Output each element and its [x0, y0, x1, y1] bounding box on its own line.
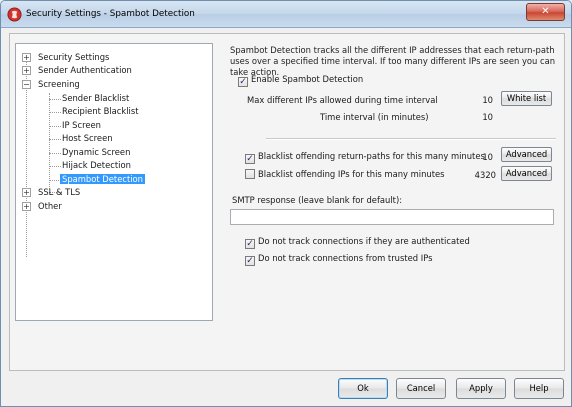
advanced-ips-button[interactable]: Advanced [501, 166, 552, 181]
checkmark-icon: ✓ [245, 256, 255, 266]
enable-spambot-label: Enable Spambot Detection [251, 74, 364, 84]
enable-spambot-checkbox[interactable]: ✓ Enable Spambot Detection [238, 74, 363, 87]
smtp-response-input[interactable] [230, 209, 554, 225]
expand-icon[interactable]: + [22, 53, 31, 62]
tree-item-spambot-detection[interactable]: Spambot Detection [60, 173, 145, 186]
tree-item-recipient-blacklist[interactable]: Recipient Blacklist [60, 105, 141, 118]
tree-item-label: Sender Authentication [38, 65, 132, 75]
cancel-button[interactable]: Cancel [396, 378, 446, 399]
white-list-button[interactable]: White list [501, 91, 552, 106]
blacklist-return-paths-checkbox[interactable]: ✓ Blacklist offending return-paths for th… [245, 151, 485, 164]
tree-item-dynamic-screen[interactable]: Dynamic Screen [60, 146, 132, 159]
advanced-return-paths-button[interactable]: Advanced [501, 147, 552, 162]
tree-item-label: Recipient Blacklist [62, 106, 139, 116]
no-track-trusted-label: Do not track connections from trusted IP… [258, 253, 433, 263]
checkmark-icon: ✓ [238, 77, 248, 87]
tree-item-label: Host Screen [62, 133, 113, 143]
tree-item-label: SSL & TLS [38, 187, 81, 197]
blacklist-ips-checkbox[interactable]: Blacklist offending IPs for this many mi… [245, 169, 445, 179]
tree-item-label: Spambot Detection [60, 174, 145, 184]
smtp-response-label: SMTP response (leave blank for default): [232, 195, 403, 205]
tree-item-other[interactable]: + Other [22, 200, 64, 213]
tree-item-label: Dynamic Screen [62, 147, 131, 157]
tree-item-sender-blacklist[interactable]: Sender Blacklist [60, 92, 131, 105]
apply-button[interactable]: Apply [456, 378, 506, 399]
collapse-icon[interactable]: − [22, 80, 31, 89]
tree-item-ip-screen[interactable]: IP Screen [60, 119, 103, 132]
ok-button[interactable]: Ok [338, 378, 388, 399]
max-ips-value[interactable]: 10 [471, 95, 493, 105]
tree-item-security-settings[interactable]: + Security Settings [22, 51, 111, 64]
button-bar: Ok Cancel Apply Help [1, 372, 571, 406]
tree-item-ssl-tls[interactable]: + SSL & TLS [22, 186, 82, 199]
no-track-trusted-checkbox[interactable]: ✓ Do not track connections from trusted I… [245, 253, 432, 266]
expand-icon[interactable]: + [22, 202, 31, 211]
time-interval-label: Time interval (in minutes) [320, 112, 429, 122]
separator [266, 138, 556, 140]
no-track-authenticated-label: Do not track connections if they are aut… [258, 236, 470, 246]
settings-tree[interactable]: + Security Settings + Sender Authenticat… [15, 43, 213, 321]
tree-item-label: Hijack Detection [62, 160, 131, 170]
window-title: Security Settings - Spambot Detection [26, 9, 195, 19]
checkmark-icon: ✓ [245, 154, 255, 164]
security-settings-dialog: Security Settings - Spambot Detection ✕ … [0, 0, 572, 407]
tree-item-hijack-detection[interactable]: Hijack Detection [60, 159, 133, 172]
tree-item-label: IP Screen [62, 120, 101, 130]
tree-item-screening[interactable]: − Screening [22, 78, 82, 91]
blacklist-return-paths-label: Blacklist offending return-paths for thi… [258, 151, 485, 161]
max-ips-label: Max different IPs allowed during time in… [247, 95, 438, 105]
expand-icon[interactable]: + [22, 66, 31, 75]
tree-item-label: Security Settings [38, 52, 110, 62]
time-interval-value[interactable]: 10 [471, 112, 493, 122]
tree-item-label: Sender Blacklist [62, 93, 130, 103]
tree-item-label: Other [38, 201, 62, 211]
tree-item-sender-authentication[interactable]: + Sender Authentication [22, 64, 134, 77]
close-button[interactable]: ✕ [526, 3, 565, 21]
tree-item-label: Screening [38, 79, 80, 89]
blacklist-ips-minutes[interactable]: 4320 [472, 170, 496, 180]
checkmark-icon: ✓ [245, 239, 255, 249]
blacklist-ips-label: Blacklist offending IPs for this many mi… [258, 169, 445, 179]
help-button[interactable]: Help [514, 378, 564, 399]
no-track-authenticated-checkbox[interactable]: ✓ Do not track connections if they are au… [245, 236, 470, 249]
blacklist-return-paths-minutes[interactable]: 10 [471, 152, 493, 162]
expand-icon[interactable]: + [22, 188, 31, 197]
security-shield-icon [7, 7, 22, 22]
tree-item-host-screen[interactable]: Host Screen [60, 132, 115, 145]
title-bar[interactable]: Security Settings - Spambot Detection ✕ [1, 1, 571, 28]
checkbox-icon [245, 169, 255, 179]
